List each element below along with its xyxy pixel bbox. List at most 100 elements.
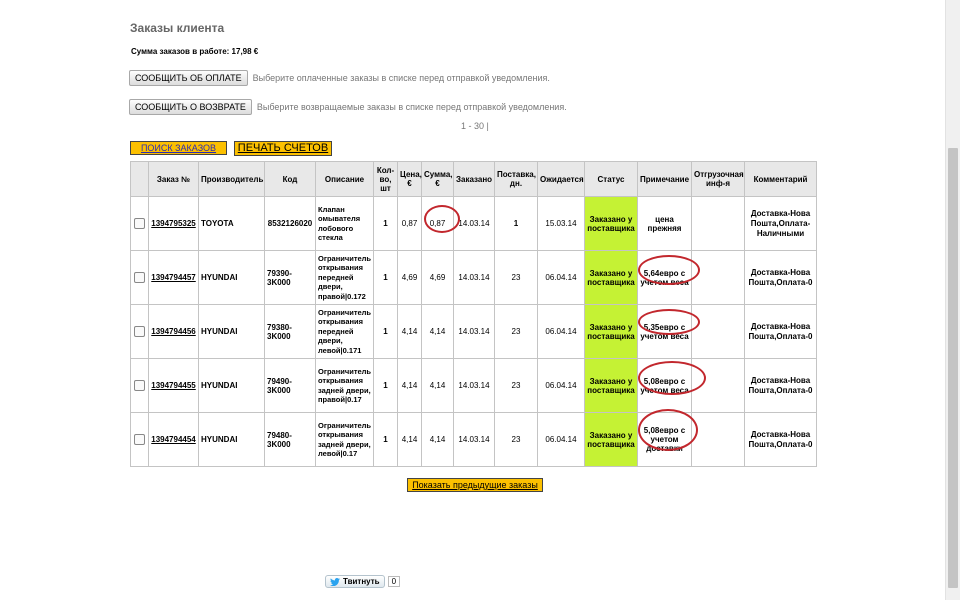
return-hint: Выберите возвращаемые заказы в списке пе… bbox=[256, 102, 567, 112]
ordered-date-cell: 14.03.14 bbox=[453, 358, 495, 413]
shipping-info-cell bbox=[691, 412, 745, 467]
page-title: Заказы клиента bbox=[130, 21, 225, 35]
sum-cell: 4,14 bbox=[421, 358, 454, 413]
tweet-count: 0 bbox=[387, 576, 401, 587]
column-header: Статус bbox=[584, 161, 638, 197]
print-invoices-button[interactable]: ПЕЧАТЬ СЧЕТОВ bbox=[234, 141, 332, 156]
note-cell: цена прежняя bbox=[637, 196, 692, 251]
row-checkbox[interactable] bbox=[134, 272, 145, 283]
return-row: СООБЩИТЬ О ВОЗВРАТЕ Выберите возвращаемы… bbox=[129, 99, 567, 115]
search-orders-button[interactable]: ПОИСК ЗАКАЗОВ bbox=[130, 141, 227, 155]
status-cell: Заказано у поставщика bbox=[584, 358, 638, 413]
sum-cell: 4,69 bbox=[421, 250, 454, 305]
row-select-cell bbox=[130, 250, 149, 305]
column-header: Примечание bbox=[637, 161, 692, 197]
expected-date-cell: 06.04.14 bbox=[537, 358, 585, 413]
status-cell: Заказано у поставщика bbox=[584, 412, 638, 467]
delivery-days-cell: 1 bbox=[494, 196, 538, 251]
code-cell: 79480-3K000 bbox=[264, 412, 316, 467]
scrollbar[interactable] bbox=[945, 0, 960, 600]
column-header: Поставка, дн. bbox=[494, 161, 538, 197]
scrollbar-thumb[interactable] bbox=[948, 148, 958, 588]
ordered-date-cell: 14.03.14 bbox=[453, 304, 495, 359]
comment-cell: Доставка-Нова Пошта,Оплата-0 bbox=[744, 412, 817, 467]
tweet-button[interactable]: Твитнуть bbox=[325, 575, 385, 588]
select-column-header bbox=[130, 161, 149, 197]
qty-cell: 1 bbox=[373, 304, 398, 359]
sum-cell: 4,14 bbox=[421, 412, 454, 467]
column-header: Кол-во, шт bbox=[373, 161, 398, 197]
qty-cell: 1 bbox=[373, 358, 398, 413]
orders-total: Сумма заказов в работе: 17,98 € bbox=[131, 47, 259, 56]
code-cell: 8532126020 bbox=[264, 196, 316, 251]
delivery-days-cell: 23 bbox=[494, 304, 538, 359]
row-checkbox[interactable] bbox=[134, 434, 145, 445]
code-cell: 79390-3K000 bbox=[264, 250, 316, 305]
column-header: Сумма, € bbox=[421, 161, 454, 197]
ordered-date-cell: 14.03.14 bbox=[453, 250, 495, 305]
shipping-info-cell bbox=[691, 304, 745, 359]
tweet-widget: Твитнуть 0 bbox=[325, 575, 401, 588]
order-number-link[interactable]: 1394794457 bbox=[151, 273, 196, 282]
pay-row: СООБЩИТЬ ОБ ОПЛАТЕ Выберите оплаченные з… bbox=[129, 70, 550, 86]
table-row: 1394794456 HYUNDAI 79380-3K000 Ограничит… bbox=[130, 304, 817, 359]
qty-cell: 1 bbox=[373, 250, 398, 305]
table-row: 1394794457 HYUNDAI 79390-3K000 Ограничит… bbox=[130, 250, 817, 305]
expected-date-cell: 15.03.14 bbox=[537, 196, 585, 251]
show-previous-orders-button[interactable]: Показать предыдущие заказы bbox=[407, 478, 543, 492]
maker-cell: HYUNDAI bbox=[198, 304, 265, 359]
status-cell: Заказано у поставщика bbox=[584, 304, 638, 359]
expected-date-cell: 06.04.14 bbox=[537, 412, 585, 467]
price-cell: 4,14 bbox=[397, 358, 422, 413]
column-header: Заказ № bbox=[148, 161, 199, 197]
row-select-cell bbox=[130, 358, 149, 413]
comment-cell: Доставка-Нова Пошта,Оплата-0 bbox=[744, 250, 817, 305]
order-number-link[interactable]: 1394795325 bbox=[151, 219, 196, 228]
description-cell: Ограничитель открывания задней двери, ле… bbox=[315, 412, 374, 467]
ordered-date-cell: 14.03.14 bbox=[453, 412, 495, 467]
comment-cell: Доставка-Нова Пошта,Оплата-0 bbox=[744, 358, 817, 413]
report-payment-button[interactable]: СООБЩИТЬ ОБ ОПЛАТЕ bbox=[129, 70, 248, 86]
status-cell: Заказано у поставщика bbox=[584, 196, 638, 251]
shipping-info-cell bbox=[691, 196, 745, 251]
order-number-link[interactable]: 1394794455 bbox=[151, 381, 196, 390]
price-cell: 4,14 bbox=[397, 304, 422, 359]
delivery-days-cell: 23 bbox=[494, 250, 538, 305]
column-header: Производитель bbox=[198, 161, 265, 197]
shipping-info-cell bbox=[691, 358, 745, 413]
order-number-link[interactable]: 1394794454 bbox=[151, 435, 196, 444]
price-cell: 4,14 bbox=[397, 412, 422, 467]
shipping-info-cell bbox=[691, 250, 745, 305]
row-checkbox[interactable] bbox=[134, 380, 145, 391]
table-header-row: Заказ № Производитель Код Описание Кол-в… bbox=[130, 161, 817, 197]
order-number-link[interactable]: 1394794456 bbox=[151, 327, 196, 336]
column-header: Заказано bbox=[453, 161, 495, 197]
note-cell: 5,64евро с учетом веса bbox=[637, 250, 692, 305]
report-return-button[interactable]: СООБЩИТЬ О ВОЗВРАТЕ bbox=[129, 99, 252, 115]
row-checkbox[interactable] bbox=[134, 326, 145, 337]
price-cell: 0,87 bbox=[397, 196, 422, 251]
comment-cell: Доставка-Нова Пошта,Оплата-Наличными bbox=[744, 196, 817, 251]
column-header: Отгрузочная инф-я bbox=[691, 161, 745, 197]
comment-cell: Доставка-Нова Пошта,Оплата-0 bbox=[744, 304, 817, 359]
delivery-days-cell: 23 bbox=[494, 358, 538, 413]
note-cell: 5,35евро с учетом веса bbox=[637, 304, 692, 359]
sum-cell: 0,87 bbox=[421, 196, 454, 251]
tweet-label: Твитнуть bbox=[343, 577, 380, 586]
code-cell: 79380-3K000 bbox=[264, 304, 316, 359]
description-cell: Клапан омывателя лобового стекла bbox=[315, 196, 374, 251]
column-header: Комментарий bbox=[744, 161, 817, 197]
row-checkbox[interactable] bbox=[134, 218, 145, 229]
description-cell: Ограничитель открывания передней двери, … bbox=[315, 304, 374, 359]
table-row: 1394794454 HYUNDAI 79480-3K000 Ограничит… bbox=[130, 412, 817, 467]
description-cell: Ограничитель открывания передней двери, … bbox=[315, 250, 374, 305]
column-header: Цена, € bbox=[397, 161, 422, 197]
qty-cell: 1 bbox=[373, 196, 398, 251]
maker-cell: HYUNDAI bbox=[198, 250, 265, 305]
code-cell: 79490-3K000 bbox=[264, 358, 316, 413]
table-row: 1394795325 TOYOTA 8532126020 Клапан омыв… bbox=[130, 196, 817, 251]
qty-cell: 1 bbox=[373, 412, 398, 467]
note-cell: 5,08евро с учетом доставки bbox=[637, 412, 692, 467]
expected-date-cell: 06.04.14 bbox=[537, 304, 585, 359]
pager[interactable]: 1 - 30 | bbox=[461, 121, 489, 131]
